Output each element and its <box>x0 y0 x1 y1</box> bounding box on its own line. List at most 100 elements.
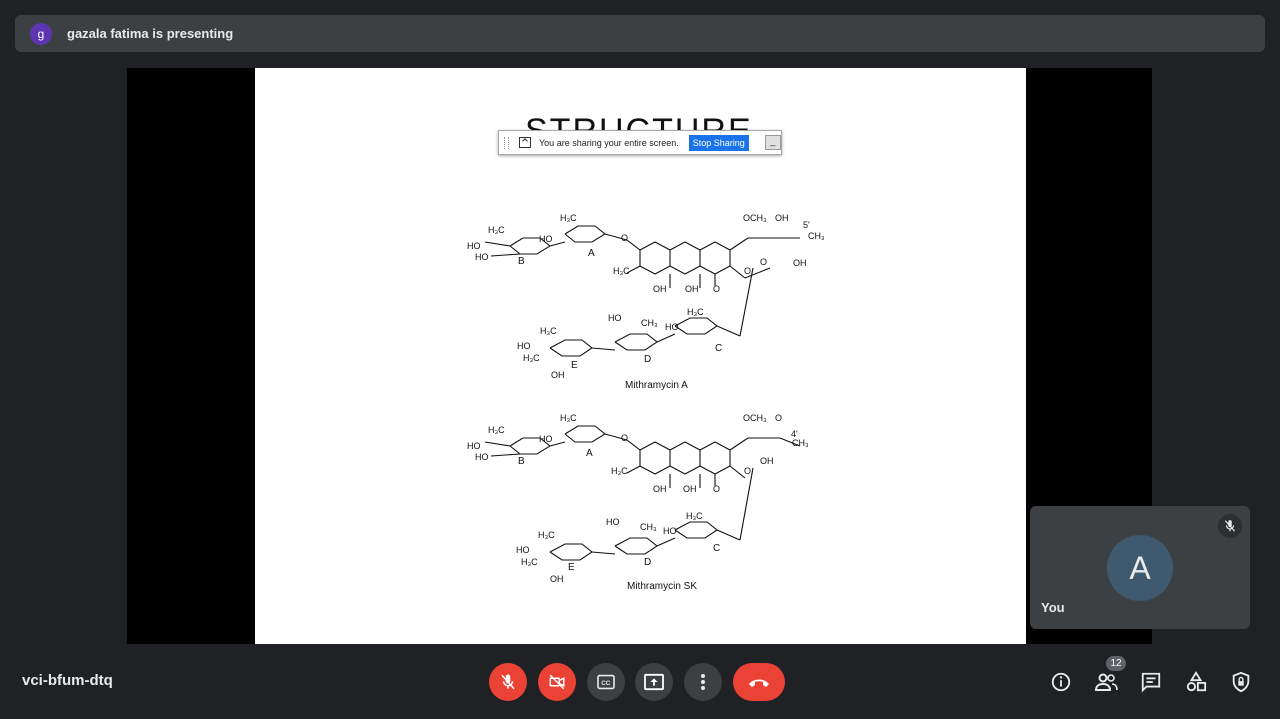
end-call-icon <box>749 679 769 687</box>
svg-text:O: O <box>713 284 720 294</box>
host-controls-icon <box>1232 671 1250 693</box>
chat-icon <box>1141 672 1161 693</box>
svg-text:CH₃: CH₃ <box>641 318 658 328</box>
svg-text:C: C <box>713 543 720 554</box>
svg-text:OH: OH <box>683 484 697 494</box>
svg-text:D: D <box>644 354 651 365</box>
svg-text:HO: HO <box>665 322 679 332</box>
mic-toggle-button[interactable] <box>489 663 527 701</box>
mic-off-indicator-icon <box>1218 514 1242 538</box>
svg-text:OH: OH <box>551 370 565 380</box>
svg-text:C: C <box>715 343 722 354</box>
svg-text:OH: OH <box>653 484 667 494</box>
svg-text:OCH₃: OCH₃ <box>743 213 767 223</box>
presenting-text: gazala fatima is presenting <box>67 26 234 41</box>
svg-text:H₃C: H₃C <box>686 511 703 521</box>
shared-screen: STRUCTURE <box>127 68 1152 644</box>
present-icon <box>644 673 664 691</box>
leave-call-button[interactable] <box>733 663 785 701</box>
share-message: You are sharing your entire screen. <box>539 137 679 148</box>
svg-text:H₃C: H₃C <box>560 413 577 423</box>
chat-button[interactable] <box>1138 669 1164 695</box>
svg-text:H₃C: H₃C <box>523 353 540 363</box>
minimize-button[interactable]: _ <box>764 135 781 150</box>
stop-sharing-button[interactable]: Stop Sharing <box>688 134 749 151</box>
presentation-slide: STRUCTURE <box>255 68 1026 644</box>
svg-text:HO: HO <box>517 341 531 351</box>
svg-text:H₃C: H₃C <box>611 466 628 476</box>
svg-text:E: E <box>571 360 578 371</box>
svg-text:HO: HO <box>606 517 620 527</box>
camera-off-icon <box>549 674 565 690</box>
svg-text:OH: OH <box>793 258 807 268</box>
svg-text:HO: HO <box>608 313 622 323</box>
svg-text:D: D <box>644 557 651 568</box>
info-icon <box>1051 672 1071 692</box>
svg-text:B: B <box>518 256 525 267</box>
svg-text:E: E <box>568 562 575 573</box>
svg-text:O: O <box>621 433 628 443</box>
svg-text:HO: HO <box>467 441 481 451</box>
drag-handle[interactable] <box>504 136 509 149</box>
presenting-banner: g gazala fatima is presenting <box>15 15 1265 52</box>
svg-text:HO: HO <box>516 545 530 555</box>
svg-text:H₃C: H₃C <box>488 225 505 235</box>
svg-text:OH: OH <box>775 213 789 223</box>
svg-text:H₃C: H₃C <box>560 213 577 223</box>
svg-text:OH: OH <box>760 456 774 466</box>
svg-text:O: O <box>713 484 720 494</box>
present-now-button[interactable] <box>635 663 673 701</box>
more-options-button[interactable] <box>684 663 722 701</box>
svg-text:HO: HO <box>539 234 553 244</box>
people-icon <box>1094 673 1118 691</box>
structure-label-2: Mithramycin SK <box>627 581 697 592</box>
svg-text:H₃C: H₃C <box>687 307 704 317</box>
svg-text:O: O <box>760 257 767 267</box>
people-button[interactable] <box>1093 669 1119 695</box>
host-controls-button[interactable] <box>1228 669 1254 695</box>
svg-text:HO: HO <box>475 452 489 462</box>
self-view-tile[interactable]: A You <box>1030 506 1250 629</box>
more-options-icon <box>701 674 705 690</box>
screen-share-toolbar[interactable]: You are sharing your entire screen. Stop… <box>498 130 782 155</box>
svg-text:5': 5' <box>803 220 810 230</box>
meeting-code: vci-bfum-dtq <box>22 672 113 689</box>
structure-mithramycin-a <box>484 225 800 357</box>
svg-text:OH: OH <box>653 284 667 294</box>
svg-text:HO: HO <box>539 434 553 444</box>
svg-text:CH₃: CH₃ <box>792 438 809 448</box>
structure-mithramycin-sk <box>484 425 801 561</box>
presenter-avatar: g <box>30 22 52 45</box>
camera-toggle-button[interactable] <box>538 663 576 701</box>
self-name: You <box>1041 600 1065 615</box>
svg-text:A: A <box>588 248 595 259</box>
svg-text:CH₃: CH₃ <box>808 231 825 241</box>
svg-text:H₃C: H₃C <box>538 530 555 540</box>
activities-icon <box>1186 671 1207 692</box>
svg-text:HO: HO <box>475 252 489 262</box>
svg-text:HO: HO <box>663 526 677 536</box>
svg-text:B: B <box>518 456 525 467</box>
svg-text:OH: OH <box>685 284 699 294</box>
svg-text:H₃C: H₃C <box>540 326 557 336</box>
svg-text:A: A <box>586 448 593 459</box>
meeting-details-button[interactable] <box>1048 669 1074 695</box>
svg-text:O: O <box>744 266 751 276</box>
activities-button[interactable] <box>1183 669 1209 695</box>
mic-off-icon <box>501 674 515 690</box>
participant-count-badge: 12 <box>1106 656 1126 671</box>
svg-text:OCH₃: OCH₃ <box>743 413 767 423</box>
captions-icon: CC <box>597 674 615 690</box>
svg-text:O: O <box>621 233 628 243</box>
svg-text:CH₃: CH₃ <box>640 522 657 532</box>
structure-label-1: Mithramycin A <box>625 380 688 391</box>
svg-text:H₃C: H₃C <box>488 425 505 435</box>
svg-text:CC: CC <box>601 680 611 687</box>
svg-text:OH: OH <box>550 574 564 584</box>
svg-text:HO: HO <box>467 241 481 251</box>
svg-text:H₃C: H₃C <box>521 557 538 567</box>
captions-button[interactable]: CC <box>587 663 625 701</box>
share-screen-icon <box>519 137 531 148</box>
self-avatar: A <box>1107 535 1173 601</box>
svg-text:H₃C: H₃C <box>613 266 630 276</box>
